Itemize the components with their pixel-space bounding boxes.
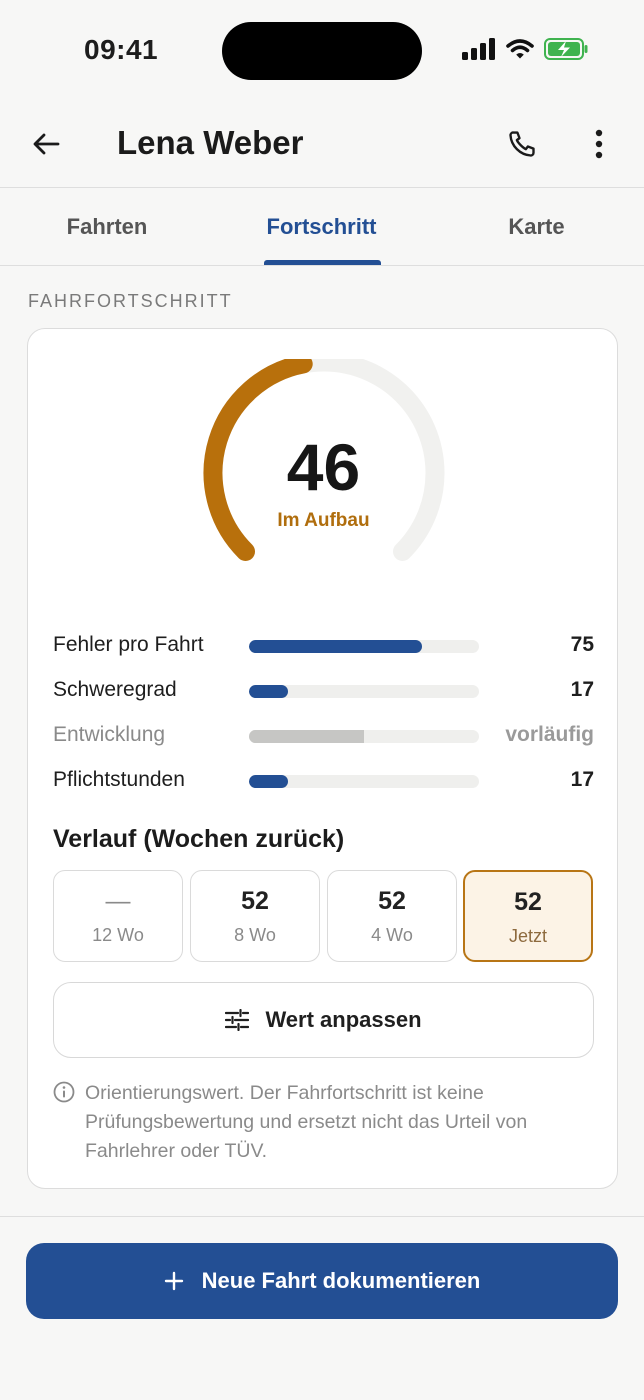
progress-card: 46 Im Aufbau Fehler pro Fahrt 75 Schwere… [27, 328, 618, 1189]
tab-bar: Fahrten Fortschritt Karte [0, 189, 644, 266]
history-value: — [105, 887, 131, 915]
history-item-4-weeks[interactable]: 52 4 Wo [327, 870, 457, 962]
history-row: — 12 Wo 52 8 Wo 52 4 Wo 52 Jetzt [53, 870, 594, 962]
metric-value: 17 [570, 678, 594, 701]
metric-label: Pflichtstunden [53, 768, 185, 791]
signal-icon [462, 38, 495, 60]
disclaimer-text: Orientierungswert. Der Fahrfortschritt i… [85, 1082, 528, 1162]
tab-fahrten[interactable]: Fahrten [0, 189, 214, 265]
metric-bar-track [249, 730, 479, 743]
new-drive-label: Neue Fahrt dokumentieren [201, 1268, 481, 1293]
metric-bar-track [249, 640, 479, 653]
metric-label: Entwicklung [53, 723, 166, 746]
info-icon [53, 1081, 75, 1103]
metric-bar-track [249, 775, 479, 788]
metric-value: 17 [570, 768, 594, 791]
history-value: 52 [241, 887, 269, 915]
dynamic-island [222, 22, 422, 80]
back-button[interactable] [26, 122, 66, 166]
arrow-left-icon [33, 133, 60, 155]
adjust-value-button[interactable]: Wert anpassen [53, 982, 594, 1058]
metric-bar-fill [249, 685, 289, 698]
app-header: Lena Weber [0, 100, 644, 188]
more-vertical-icon [595, 129, 603, 159]
sliders-icon [225, 1009, 250, 1031]
gauge-status-label: Im Aufbau [277, 510, 370, 531]
history-label: Jetzt [508, 926, 547, 946]
adjust-value-label: Wert anpassen [265, 1007, 422, 1032]
history-item-12-weeks[interactable]: — 12 Wo [53, 870, 183, 962]
bottom-divider [0, 1216, 644, 1217]
call-button[interactable] [500, 122, 544, 166]
more-options-button[interactable] [580, 122, 618, 166]
history-label: 12 Wo [92, 925, 144, 945]
status-bar: 09:41 [0, 0, 644, 100]
metric-bar-fill [249, 640, 422, 653]
metric-label: Schweregrad [53, 678, 177, 701]
status-icons [462, 38, 588, 60]
metric-entwicklung: Entwicklung vorläufig [53, 721, 594, 751]
page-title: Lena Weber [117, 124, 304, 161]
metric-value: 75 [570, 633, 594, 656]
history-item-now[interactable]: 52 Jetzt [463, 870, 593, 962]
gauge-value: 46 [286, 430, 361, 504]
wifi-icon [506, 39, 534, 59]
status-time: 09:41 [84, 34, 159, 65]
metric-schweregrad: Schweregrad 17 [53, 676, 594, 706]
history-item-8-weeks[interactable]: 52 8 Wo [190, 870, 320, 962]
new-drive-button[interactable]: Neue Fahrt dokumentieren [26, 1243, 618, 1319]
metric-label: Fehler pro Fahrt [53, 633, 204, 656]
battery-charging-icon [544, 38, 588, 60]
active-tab-indicator [264, 260, 381, 265]
history-label: 8 Wo [234, 925, 276, 945]
history-title: Verlauf (Wochen zurück) [53, 825, 345, 853]
history-value: 52 [378, 887, 406, 915]
metric-pflichtstunden: Pflichtstunden 17 [53, 766, 594, 796]
history-label: 4 Wo [371, 925, 413, 945]
plus-icon [164, 1271, 183, 1291]
metric-fehler-pro-fahrt: Fehler pro Fahrt 75 [53, 631, 594, 661]
metric-bar-track [249, 685, 479, 698]
section-label: FAHRFORTSCHRITT [28, 291, 233, 311]
metric-bar-fill [249, 775, 289, 788]
metric-bar-fill [249, 730, 364, 743]
tab-fortschritt[interactable]: Fortschritt [214, 189, 429, 265]
phone-icon [509, 131, 535, 157]
metric-value: vorläufig [505, 723, 594, 746]
history-value: 52 [514, 888, 542, 916]
tab-karte[interactable]: Karte [429, 189, 644, 265]
